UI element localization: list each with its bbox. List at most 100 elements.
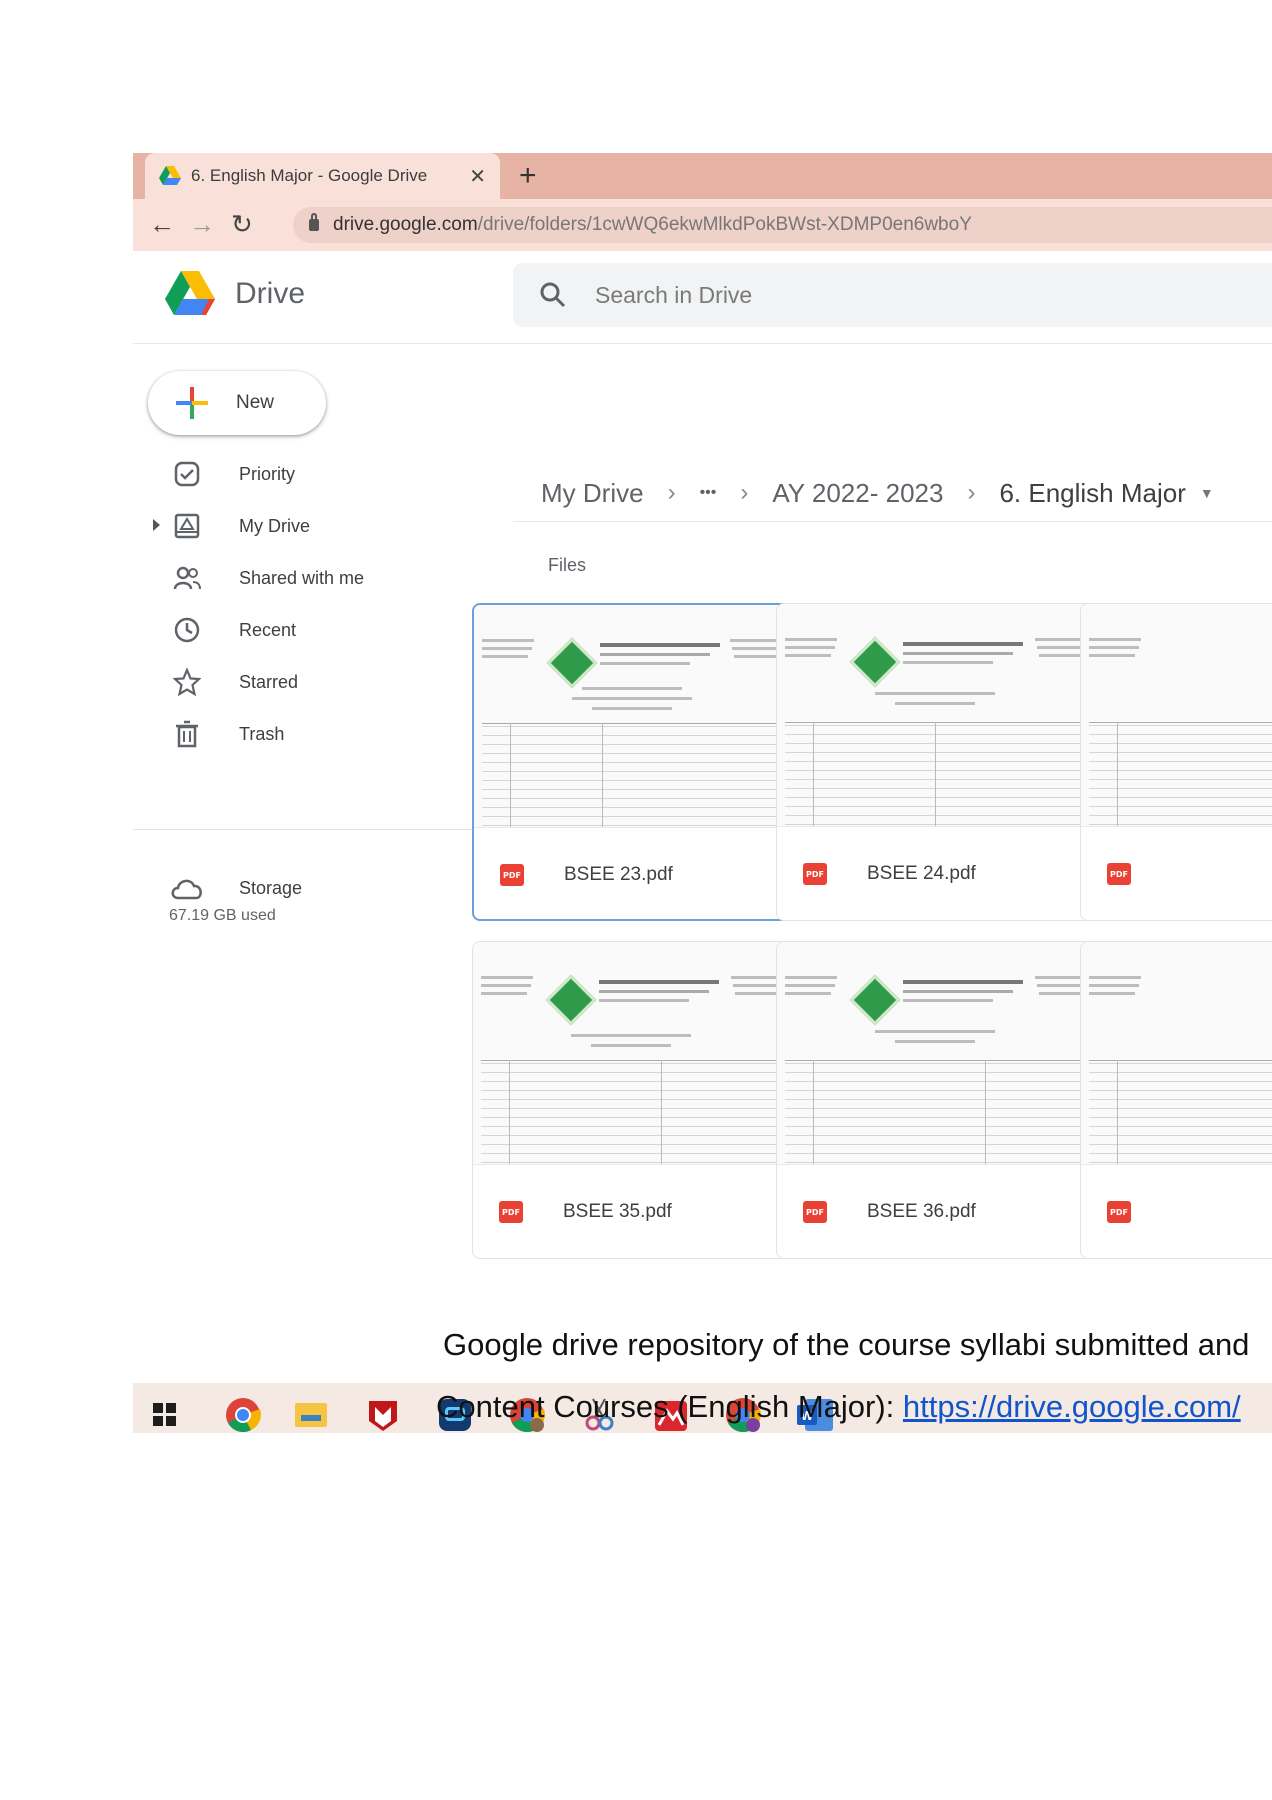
- file-thumbnail: [474, 605, 790, 828]
- file-card[interactable]: PDF BSEE 35.pdf: [472, 941, 792, 1259]
- windows-start-icon[interactable]: [153, 1403, 177, 1427]
- chrome-icon[interactable]: [223, 1395, 263, 1433]
- sidebar-item-shared[interactable]: Shared with me: [133, 555, 493, 601]
- chevron-right-icon: ›: [740, 479, 749, 506]
- sidebar-item-label: Trash: [239, 724, 285, 744]
- address-bar[interactable]: drive.google.com/drive/folders/1cwWQ6ekw…: [293, 207, 1272, 243]
- drive-header: Drive Search in Drive: [133, 251, 1272, 344]
- file-thumbnail: [777, 942, 1095, 1165]
- storage-label: Storage: [239, 878, 303, 898]
- browser-tab-bar: 6. English Major - Google Drive ✕ +: [133, 153, 1272, 199]
- file-name-row: PDF BSEE 23.pdf: [474, 827, 790, 919]
- file-card[interactable]: PDF: [1080, 941, 1272, 1259]
- caption-line-1: Google drive repository of the course sy…: [443, 1327, 1250, 1362]
- file-name: BSEE 35.pdf: [563, 1201, 672, 1222]
- url-text: drive.google.com/drive/folders/1cwWQ6ekw…: [333, 214, 972, 236]
- file-name-row: PDF BSEE 36.pdf: [777, 1164, 1095, 1258]
- sidebar-item-starred[interactable]: Starred: [133, 659, 493, 705]
- sidebar-item-label: Priority: [239, 464, 296, 484]
- cloud-icon: [171, 879, 202, 900]
- url-domain: drive.google.com: [333, 214, 478, 235]
- url-path: /drive/folders/1cwWQ6ekwMlkdPokBWst-XDMP…: [477, 214, 972, 235]
- new-button-label: New: [236, 392, 275, 413]
- pdf-icon: PDF: [500, 864, 524, 886]
- browser-tab[interactable]: 6. English Major - Google Drive ✕: [145, 153, 500, 199]
- chevron-down-icon[interactable]: ▼: [1200, 485, 1214, 501]
- search-icon[interactable]: [539, 281, 567, 309]
- breadcrumb-my-drive[interactable]: My Drive: [541, 478, 644, 509]
- pdf-icon: PDF: [803, 863, 827, 885]
- trash-icon: [176, 720, 198, 748]
- file-thumbnail: [473, 942, 791, 1165]
- caption-prefix: Content Courses (English Major):: [436, 1389, 903, 1424]
- screenshot: 6. English Major - Google Drive ✕ + ← → …: [133, 153, 1272, 1433]
- document-preview: [481, 972, 783, 1164]
- document-preview: [482, 635, 782, 827]
- back-arrow-icon[interactable]: ←: [149, 209, 175, 240]
- file-thumbnail: [1081, 604, 1272, 827]
- sidebar-item-label: My Drive: [239, 516, 310, 536]
- reload-icon[interactable]: ↻: [231, 209, 253, 240]
- breadcrumb-current-folder[interactable]: 6. English Major: [999, 478, 1185, 509]
- breadcrumb: My Drive › ••• › AY 2022- 2023 › 6. Engl…: [541, 473, 1214, 513]
- file-name: BSEE 36.pdf: [867, 1201, 976, 1222]
- sidebar-item-storage[interactable]: Storage: [133, 865, 493, 911]
- browser-toolbar: ← → ↻ drive.google.com/drive/folders/1cw…: [133, 199, 1272, 251]
- google-drive-logo-icon[interactable]: [165, 271, 215, 315]
- tab-title: 6. English Major - Google Drive: [191, 166, 428, 185]
- file-card[interactable]: PDF: [1080, 603, 1272, 921]
- file-name-row: PDF BSEE 35.pdf: [473, 1164, 791, 1258]
- pdf-icon: PDF: [803, 1201, 827, 1223]
- file-name-row: PDF BSEE 24.pdf: [777, 826, 1095, 920]
- pdf-icon: PDF: [1107, 863, 1131, 885]
- sidebar-item-my-drive[interactable]: My Drive: [133, 503, 493, 549]
- plus-icon: [176, 387, 208, 419]
- breadcrumb-ay-folder[interactable]: AY 2022- 2023: [772, 478, 943, 509]
- document-preview: [785, 634, 1087, 826]
- priority-icon: [174, 461, 200, 487]
- lock-icon: [309, 213, 319, 231]
- file-card[interactable]: PDF BSEE 23.pdf: [472, 603, 792, 921]
- search-placeholder: Search in Drive: [595, 282, 753, 308]
- new-tab-button[interactable]: +: [519, 159, 537, 193]
- sidebar-divider: [133, 829, 493, 830]
- file-thumbnail: [1081, 942, 1272, 1165]
- sidebar-item-recent[interactable]: Recent: [133, 607, 493, 653]
- pdf-icon: PDF: [499, 1201, 523, 1223]
- mcafee-icon[interactable]: [363, 1395, 403, 1433]
- breadcrumb-overflow[interactable]: •••: [700, 484, 717, 502]
- file-name: BSEE 24.pdf: [867, 863, 976, 884]
- shared-icon: [173, 566, 201, 590]
- file-name: BSEE 23.pdf: [564, 864, 673, 885]
- drive-brand-label: Drive: [235, 277, 306, 310]
- file-card[interactable]: PDF BSEE 36.pdf: [776, 941, 1096, 1259]
- sidebar-item-label: Recent: [239, 620, 297, 640]
- file-thumbnail: [777, 604, 1095, 827]
- document-preview: [1089, 634, 1272, 826]
- forward-arrow-icon[interactable]: →: [189, 209, 215, 240]
- breadcrumb-divider: [513, 521, 1272, 522]
- close-tab-icon[interactable]: ✕: [469, 164, 486, 189]
- pdf-icon: PDF: [1107, 1201, 1131, 1223]
- star-icon: [173, 668, 201, 696]
- sidebar-item-trash[interactable]: Trash: [133, 711, 493, 757]
- caption-line-2: Content Courses (English Major): https:/…: [436, 1389, 1265, 1425]
- clock-icon: [174, 617, 200, 643]
- sidebar-item-label: Starred: [239, 672, 299, 692]
- file-explorer-icon[interactable]: [291, 1395, 331, 1433]
- sidebar-item-label: Shared with me: [239, 568, 365, 588]
- drive-link[interactable]: https://drive.google.com/: [903, 1389, 1241, 1424]
- storage-used-text: 67.19 GB used: [169, 907, 276, 924]
- expand-caret-icon[interactable]: [153, 519, 160, 531]
- file-name-row: PDF: [1081, 826, 1272, 920]
- file-card[interactable]: PDF BSEE 24.pdf: [776, 603, 1096, 921]
- chevron-right-icon: ›: [967, 479, 976, 506]
- document-preview: [1089, 972, 1272, 1164]
- chevron-right-icon: ›: [667, 479, 676, 506]
- file-name-row: PDF: [1081, 1164, 1272, 1258]
- google-drive-favicon-icon: [159, 166, 181, 185]
- files-section-label: Files: [548, 555, 587, 575]
- sidebar-item-priority[interactable]: Priority: [133, 451, 493, 497]
- new-button[interactable]: New: [148, 371, 326, 435]
- search-bar[interactable]: Search in Drive: [513, 263, 1272, 327]
